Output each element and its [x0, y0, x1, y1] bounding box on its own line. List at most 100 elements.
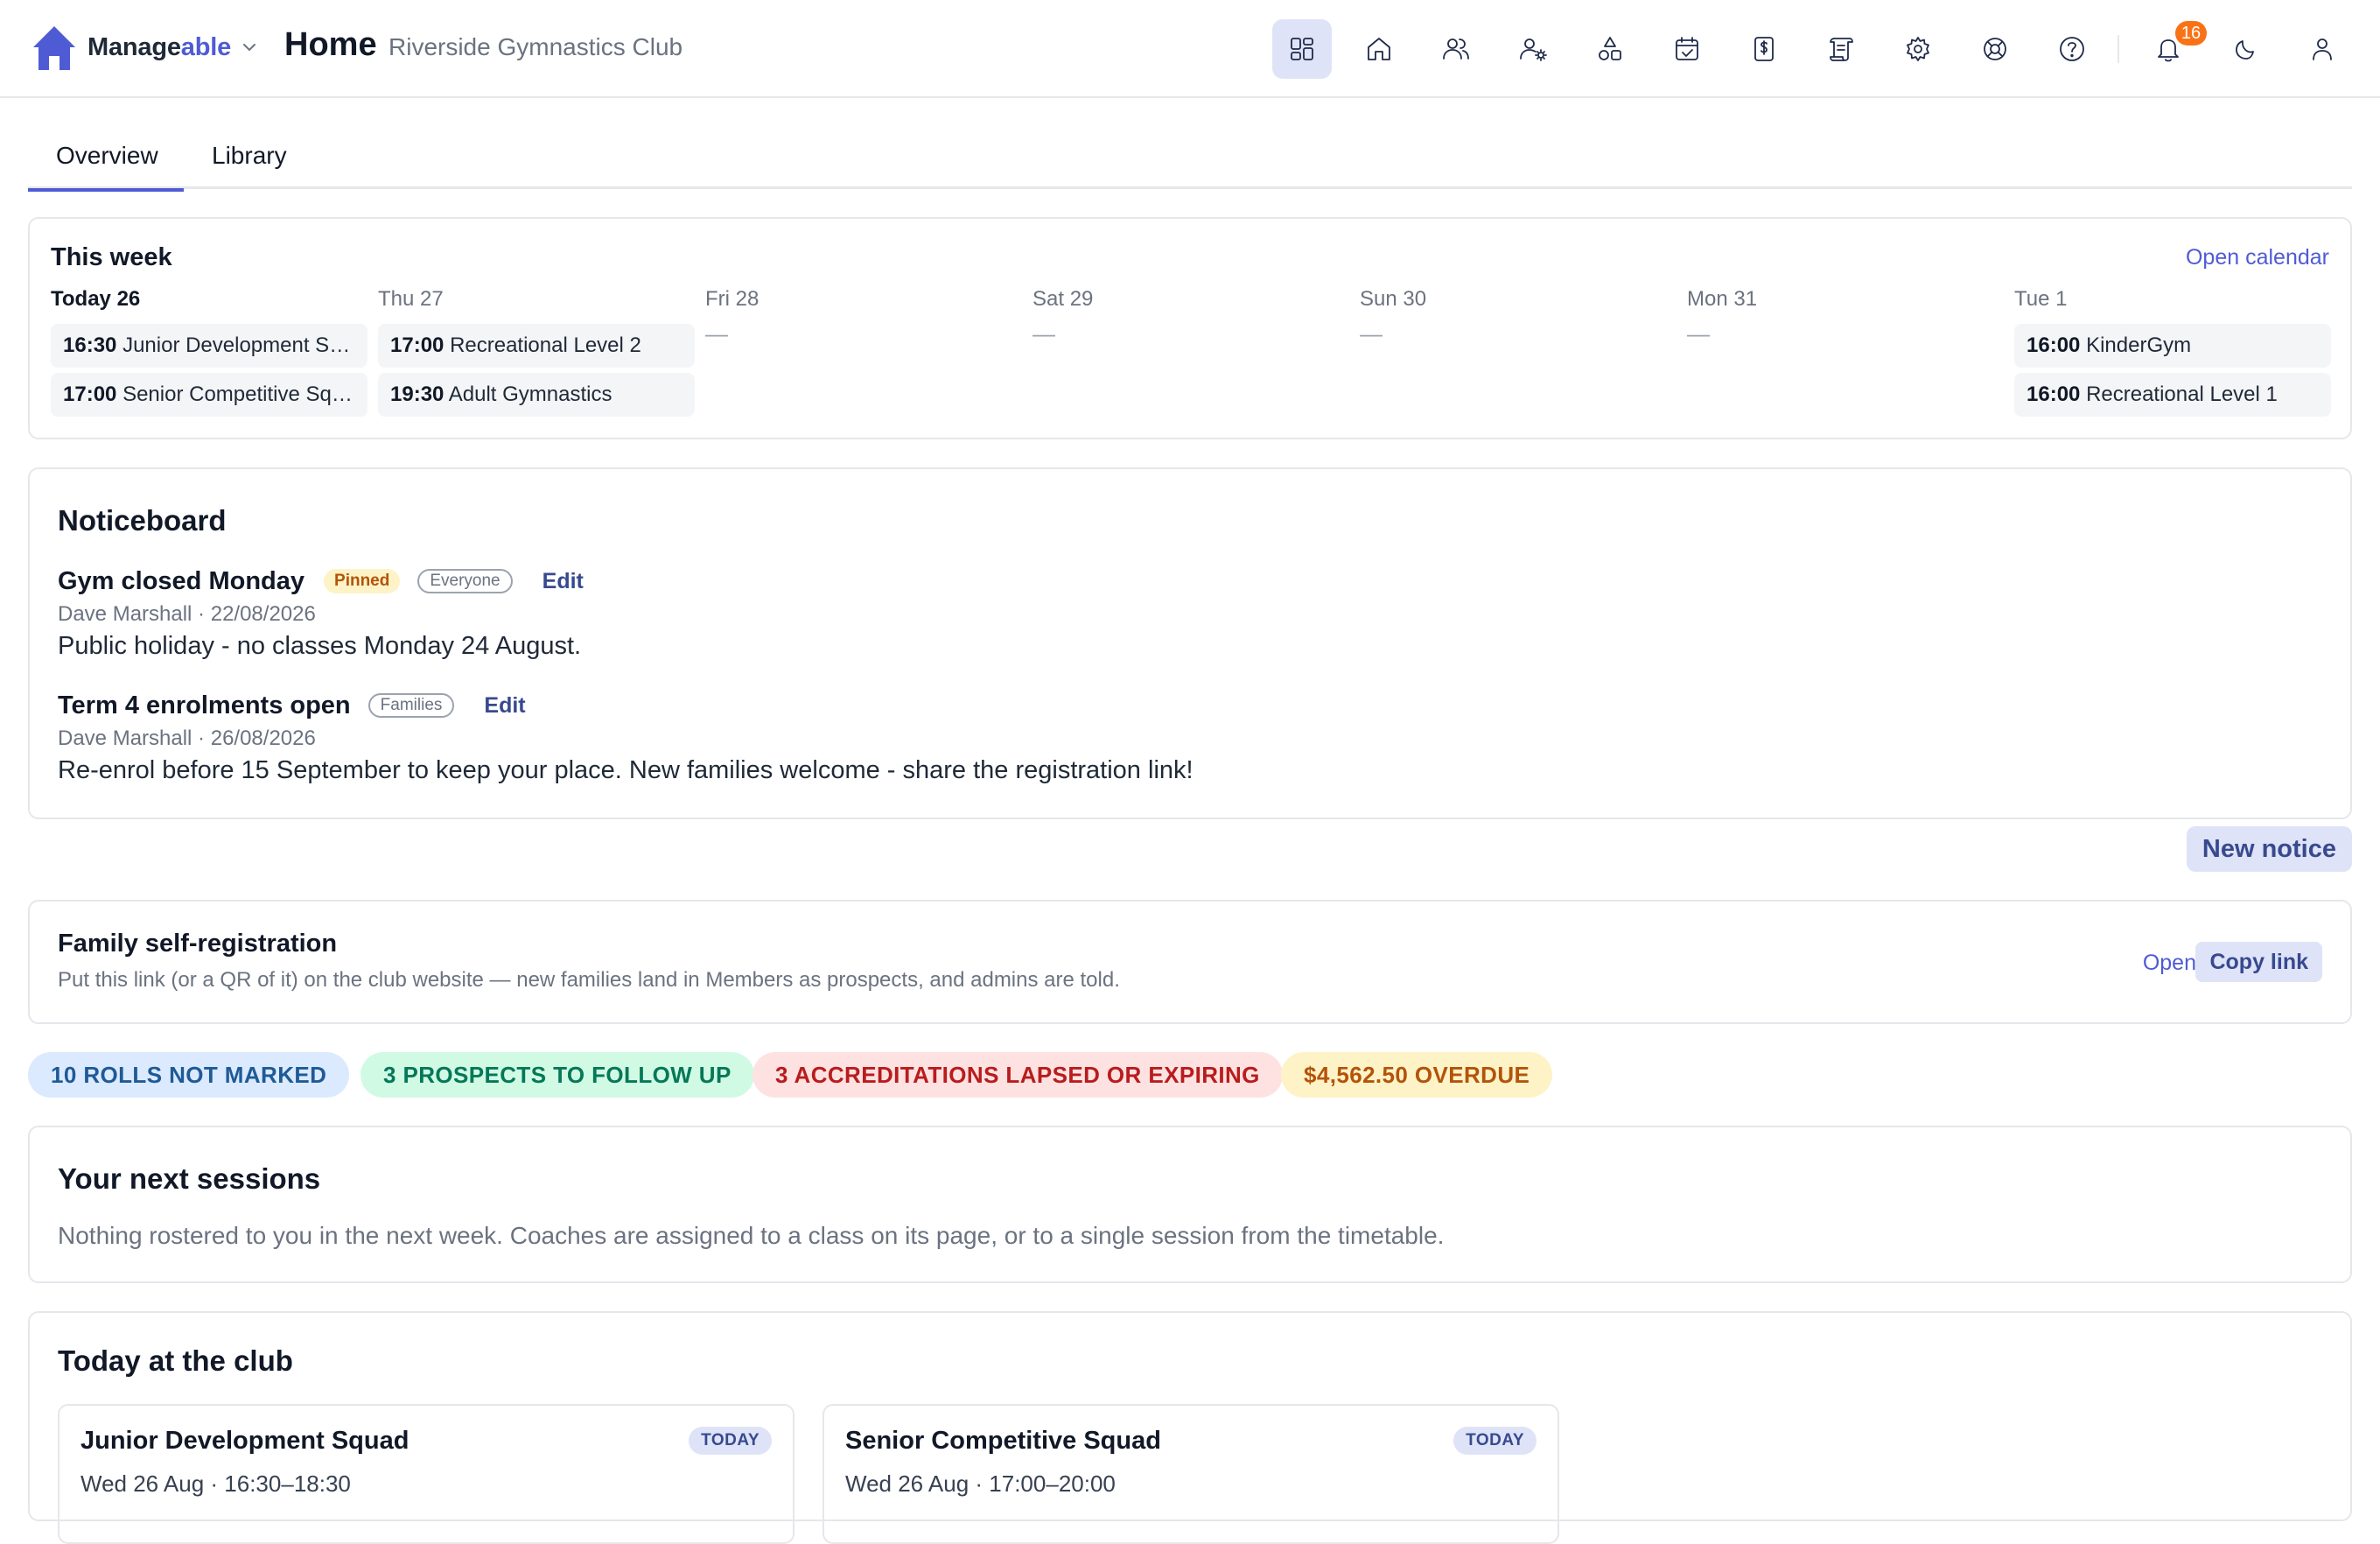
next-sessions-title: Your next sessions	[58, 1162, 321, 1195]
notice-meta: Dave Marshall · 22/08/2026	[58, 602, 316, 626]
next-sessions-empty: Nothing rostered to you in the next week…	[58, 1222, 1445, 1249]
no-events-dash: —	[705, 320, 728, 347]
day-column: Tue 1 16:00 KinderGym 16:00 Recreational…	[2014, 287, 2331, 417]
coaches-button[interactable]	[1503, 19, 1563, 79]
members-button[interactable]	[1426, 19, 1486, 79]
today-at-club-card: Today at the club Junior Development Squ…	[28, 1311, 2352, 1544]
copy-link-button[interactable]: Copy link	[2195, 942, 2322, 982]
classes-icon	[1599, 37, 1621, 60]
notice-meta: Dave Marshall · 26/08/2026	[58, 726, 316, 750]
class-time: Wed 26 Aug · 16:30–18:30	[80, 1470, 351, 1497]
day-label: Fri 28	[705, 287, 760, 311]
calendar-event[interactable]: 19:30 Adult Gymnastics	[378, 373, 695, 417]
notification-count-badge: 16	[2175, 21, 2207, 46]
accreditations-alert-pill[interactable]: 3 ACCREDITATIONS LAPSED OR EXPIRING	[752, 1052, 1283, 1098]
day-label: Thu 27	[378, 287, 444, 311]
notice-body: Public holiday - no classes Monday 24 Au…	[58, 632, 582, 660]
account-button[interactable]	[2292, 19, 2352, 79]
class-card[interactable]: Senior Competitive Squad TODAY Wed 26 Au…	[822, 1404, 1559, 1544]
scroll-icon	[1830, 38, 1853, 61]
dashboard-icon	[1291, 38, 1313, 60]
brand-switcher[interactable]: Manageable	[30, 23, 259, 72]
rolls-alert-pill[interactable]: 10 ROLLS NOT MARKED	[28, 1052, 350, 1098]
records-button[interactable]	[1811, 19, 1871, 79]
noticeboard-card: Noticeboard Gym closed Monday Pinned Eve…	[28, 467, 2352, 819]
settings-button[interactable]	[1888, 19, 1948, 79]
audience-badge: Everyone	[417, 569, 513, 593]
chevron-down-icon	[243, 44, 256, 52]
class-card[interactable]: Junior Development Squad TODAY Wed 26 Au…	[58, 1404, 794, 1544]
class-name: Senior Competitive Squad	[845, 1427, 1161, 1455]
user-icon	[2313, 39, 2332, 60]
calendar-event[interactable]: 17:00 Recreational Level 2	[378, 324, 695, 368]
tab-overview[interactable]: Overview	[28, 131, 184, 192]
support-button[interactable]	[1965, 19, 2025, 79]
notifications-button[interactable]: 16	[2138, 19, 2207, 79]
new-notice-button[interactable]: New notice	[2186, 826, 2352, 872]
day-label: Sat 29	[1032, 287, 1094, 311]
calendar-event[interactable]: 16:00 KinderGym	[2014, 324, 2331, 368]
calendar-event[interactable]: 17:00 Senior Competitive Squad	[51, 373, 368, 417]
club-name: Riverside Gymnastics Club	[388, 33, 683, 60]
day-label: Tue 1	[2014, 287, 2068, 311]
pinned-badge: Pinned	[324, 569, 401, 593]
calendar-check-icon	[1676, 37, 1698, 60]
question-icon	[2060, 37, 2084, 61]
edit-notice-link[interactable]: Edit	[542, 569, 584, 594]
noticeboard-title: Noticeboard	[58, 504, 227, 537]
day-column: Sun 30 —	[1360, 287, 1676, 347]
home-button[interactable]	[1349, 19, 1409, 79]
notice-title: Gym closed Monday	[58, 566, 305, 595]
dashboard-button[interactable]	[1272, 19, 1332, 79]
overdue-alert-pill[interactable]: $4,562.50 OVERDUE	[1281, 1052, 1553, 1098]
page-title: Home	[284, 26, 377, 63]
day-column: Mon 31 —	[1687, 287, 2004, 347]
coach-settings-icon	[1520, 39, 1547, 61]
house-logo-icon	[33, 26, 75, 70]
registration-description: Put this link (or a QR of it) on the clu…	[58, 968, 1120, 992]
moon-icon	[2236, 40, 2254, 60]
day-label: Mon 31	[1687, 287, 1758, 311]
notice-body: Re-enrol before 15 September to keep you…	[58, 756, 1194, 784]
notice-title: Term 4 enrolments open	[58, 691, 351, 719]
this-week-title: This week	[51, 243, 172, 271]
help-button[interactable]	[2042, 19, 2102, 79]
open-calendar-link[interactable]: Open calendar	[2186, 245, 2329, 270]
no-events-dash: —	[1687, 320, 1710, 347]
day-label: Today 26	[51, 287, 141, 311]
billing-button[interactable]	[1734, 19, 1794, 79]
theme-toggle-button[interactable]	[2216, 19, 2275, 79]
open-registration-link[interactable]: Open	[2143, 951, 2196, 976]
home-icon	[1368, 38, 1390, 60]
members-icon	[1443, 39, 1469, 60]
today-badge: TODAY	[689, 1427, 772, 1455]
registration-title: Family self-registration	[58, 930, 338, 958]
no-events-dash: —	[1360, 320, 1382, 347]
calendar-event[interactable]: 16:30 Junior Development Squad	[51, 324, 368, 368]
this-week-card: This week Open calendar Today 26 16:30 J…	[28, 217, 2352, 439]
notice-item: Gym closed Monday Pinned Everyone Edit D…	[58, 564, 584, 661]
next-sessions-card: Your next sessions Nothing rostered to y…	[28, 1126, 2352, 1283]
top-bar: Manageable Home Riverside Gymnastics Clu…	[0, 0, 2380, 98]
calendar-button[interactable]	[1657, 19, 1717, 79]
calendar-event[interactable]: 16:00 Recreational Level 1	[2014, 373, 2331, 417]
today-title: Today at the club	[58, 1344, 293, 1377]
brand-name: Manageable	[88, 32, 232, 61]
audience-badge: Families	[368, 693, 455, 718]
day-label: Sun 30	[1360, 287, 1427, 311]
classes-button[interactable]	[1580, 19, 1640, 79]
no-events-dash: —	[1032, 320, 1055, 347]
class-name: Junior Development Squad	[80, 1427, 410, 1455]
tab-library[interactable]: Library	[212, 131, 287, 189]
registration-card: Family self-registration Put this link (…	[28, 900, 2352, 1024]
day-column: Sat 29 —	[1032, 287, 1349, 347]
nav-divider	[2118, 35, 2119, 63]
notice-item: Term 4 enrolments open Families Edit Dav…	[58, 688, 1194, 785]
day-column: Fri 28 —	[705, 287, 1022, 347]
edit-notice-link[interactable]: Edit	[484, 693, 525, 719]
day-column: Thu 27 17:00 Recreational Level 2 19:30 …	[378, 287, 695, 417]
help-buoy-icon	[1984, 38, 2006, 60]
prospects-alert-pill[interactable]: 3 PROSPECTS TO FOLLOW UP	[360, 1052, 754, 1098]
page-tabs: Overview Library	[28, 131, 2352, 192]
day-column: Today 26 16:30 Junior Development Squad …	[51, 287, 368, 417]
